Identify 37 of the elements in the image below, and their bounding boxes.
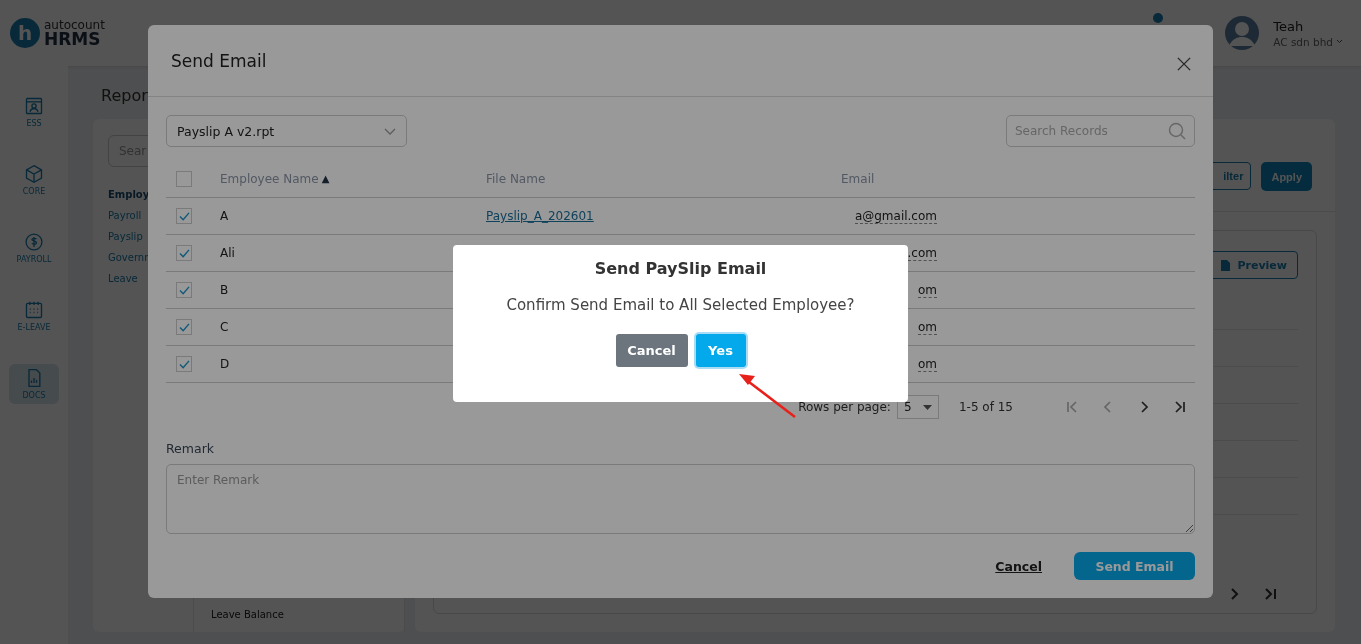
email-address: om xyxy=(917,319,937,335)
employee-name: Ali xyxy=(220,246,235,260)
column-header[interactable]: File Name xyxy=(486,171,546,186)
email-address: a@gmail.com xyxy=(854,208,937,224)
send-email-button[interactable]: Send Email xyxy=(1074,552,1195,580)
file-link[interactable]: Payslip_A_202601 xyxy=(486,209,594,223)
confirm-message: Confirm Send Email to All Selected Employee? xyxy=(506,295,855,314)
remark-field[interactable]: Enter Remark xyxy=(166,464,1195,534)
cancel-link[interactable]: Cancel xyxy=(995,558,1042,574)
yes-button[interactable]: Yes xyxy=(695,333,746,367)
email-address: om xyxy=(917,356,937,372)
logo-wordmark: autocount xyxy=(44,18,105,31)
template-dropdown[interactable]: Payslip A v2.rpt xyxy=(166,115,407,147)
rows-per-page-label: Rows per page: xyxy=(798,400,891,414)
nav-item[interactable]: ESS xyxy=(9,92,59,132)
dialog-title: Send Email xyxy=(171,50,267,71)
confirm-title: Send PaySlip Email xyxy=(594,258,767,278)
email-address: om xyxy=(917,282,937,298)
nav-item[interactable]: PAYROLL xyxy=(9,228,59,268)
user-name: Teah xyxy=(1273,18,1305,34)
column-header[interactable]: Email xyxy=(841,171,875,186)
logo-product-name: HRMS xyxy=(44,30,101,48)
remark-label: Remark xyxy=(166,441,216,456)
employee-name: A xyxy=(220,209,229,223)
page-range: 1-5 of 15 xyxy=(958,400,1013,414)
nav-item[interactable]: DOCS xyxy=(9,364,59,404)
column-header[interactable]: Employee Name ▲ xyxy=(220,171,330,186)
logo-mark: h xyxy=(10,18,40,48)
nav-item[interactable]: CORE xyxy=(9,160,59,200)
nav-item[interactable]: E-LEAVE xyxy=(9,296,59,336)
report-item[interactable]: Leave Balance xyxy=(211,609,404,620)
employee-name: B xyxy=(220,283,229,297)
page-title: Repor xyxy=(101,86,149,105)
apply-button[interactable]: Apply xyxy=(1261,162,1312,191)
employee-name: D xyxy=(220,357,230,371)
employee-name: C xyxy=(220,320,229,334)
cancel-button[interactable]: Cancel xyxy=(615,333,688,367)
